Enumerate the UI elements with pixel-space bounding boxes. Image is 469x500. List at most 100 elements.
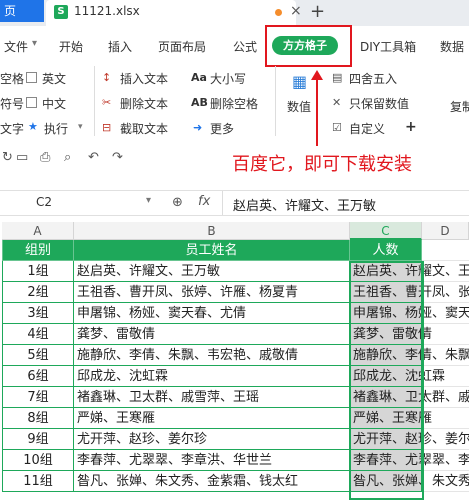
cell-overflow[interactable]: 邱成龙、沈虹霖 (422, 366, 469, 387)
round-button[interactable]: 四舍五入 (349, 70, 397, 87)
cell-overflow[interactable]: 严娣、王寒雁 (422, 408, 469, 429)
save-icon[interactable]: ▭ (16, 150, 28, 165)
english-checkbox[interactable] (26, 72, 37, 83)
insert-text-button[interactable]: 插入文本 (120, 70, 168, 87)
chevron-down-icon[interactable]: ▾ (32, 38, 37, 49)
print-preview-icon[interactable]: ⌕ (64, 150, 71, 165)
menu-insert[interactable]: 插入 (108, 38, 132, 55)
formula-input[interactable]: 赵启英、许耀文、王万敏 (222, 191, 469, 215)
cell-overflow[interactable]: 龚梦、雷敬倩 (422, 324, 469, 345)
empty-cell[interactable] (422, 240, 469, 261)
case-button[interactable]: 大小写 (210, 70, 246, 87)
column-header-d[interactable]: D (422, 222, 469, 240)
column-header-b[interactable]: B (74, 222, 350, 240)
more-button[interactable]: 更多 (210, 120, 234, 137)
cell-overflow[interactable]: 申屠锦、杨娅、窦天春、尤倩 (422, 303, 469, 324)
cell-names[interactable]: 尤开萍、赵珍、姜尔珍 (74, 429, 350, 450)
menu-page-layout[interactable]: 页面布局 (158, 38, 206, 55)
extract-text-button[interactable]: 截取文本 (120, 120, 168, 137)
ribbon-label-symbol[interactable]: 符号 (0, 95, 24, 112)
cell-count[interactable]: 申屠锦、杨娅、窦天春、尤倩 (350, 303, 422, 324)
add-tab-button[interactable]: + (310, 1, 325, 22)
cell-group[interactable]: 8组 (2, 408, 74, 429)
cell-group[interactable]: 4组 (2, 324, 74, 345)
close-tab-button[interactable]: × (290, 3, 302, 19)
column-header-c[interactable]: C (350, 222, 422, 240)
cell-count[interactable]: 王祖香、曹开凤、张婷、许雁、杨夏青 (350, 282, 422, 303)
menu-home[interactable]: 开始 (59, 38, 83, 55)
chinese-checkbox[interactable] (26, 97, 37, 108)
redo-icon[interactable]: ↷ (112, 150, 123, 165)
copy-button[interactable]: 复制 (450, 98, 469, 115)
add-icon[interactable]: + (405, 119, 417, 135)
cell-names[interactable]: 李春萍、尤翠翠、李章洪、华世兰 (74, 450, 350, 471)
file-tab[interactable]: S 11121.xlsx (46, 0, 296, 26)
undo-icon[interactable]: ↶ (88, 150, 99, 165)
ribbon-label-space[interactable]: 空格 (0, 70, 24, 87)
menu-formulas[interactable]: 公式 (233, 38, 257, 55)
cell-count[interactable]: 李春萍、尤翠翠、李章洪、华世兰 (350, 450, 422, 471)
refresh-icon[interactable]: ↻ (2, 150, 13, 165)
cell-names[interactable]: 王祖香、曹开凤、张婷、许雁、杨夏青 (74, 282, 350, 303)
header-count[interactable]: 人数 (350, 240, 422, 261)
cell-overflow[interactable]: 赵启英、许耀文、王万敏 (422, 261, 469, 282)
cell-count[interactable]: 赵启英、许耀文、王万敏 (350, 261, 422, 282)
delete-space-button[interactable]: 删除空格 (210, 95, 258, 112)
header-group[interactable]: 组别 (2, 240, 74, 261)
print-icon[interactable]: ⎙ (40, 150, 50, 165)
cell-group[interactable]: 2组 (2, 282, 74, 303)
ribbon-label-text[interactable]: 文字 (0, 120, 24, 137)
cell-names[interactable]: 邱成龙、沈虹霖 (74, 366, 350, 387)
delete-space-icon: AB (191, 96, 208, 109)
annotation-arrow-line (316, 78, 318, 146)
cell-names[interactable]: 赵启英、许耀文、王万敏 (74, 261, 350, 282)
cell-count[interactable]: 褚鑫琳、卫太群、戚雪萍、王瑶 (350, 387, 422, 408)
column-header-a[interactable]: A (2, 222, 74, 240)
table-row: 10组李春萍、尤翠翠、李章洪、华世兰李春萍、尤翠翠、李章洪、华世兰李春萍、尤翠翠… (0, 450, 469, 471)
cell-count[interactable]: 严娣、王寒雁 (350, 408, 422, 429)
cell-names[interactable]: 施静欣、李倩、朱飘、韦宏艳、戚敬倩 (74, 345, 350, 366)
name-box[interactable]: C2 ▾ (0, 191, 160, 215)
cell-names[interactable]: 褚鑫琳、卫太群、戚雪萍、王瑶 (74, 387, 350, 408)
cell-overflow[interactable]: 昝凡、张婵、朱文秀、金紫霜、钱太红 (422, 471, 469, 492)
cell-count[interactable]: 施静欣、李倩、朱飘、韦宏艳、戚敬倩 (350, 345, 422, 366)
menu-bar: 文件 ▾ 开始 插入 页面布局 公式 DIY工具箱 数据 (0, 32, 469, 58)
zoom-icon[interactable]: ⊕ (172, 195, 183, 210)
cell-names[interactable]: 严娣、王寒雁 (74, 408, 350, 429)
insert-text-icon: ↕ (102, 71, 112, 84)
cell-group[interactable]: 6组 (2, 366, 74, 387)
cell-count[interactable]: 龚梦、雷敬倩 (350, 324, 422, 345)
cell-overflow[interactable]: 尤开萍、赵珍、姜尔珍 (422, 429, 469, 450)
cell-names[interactable]: 申屠锦、杨娅、窦天春、尤倩 (74, 303, 350, 324)
fx-icon[interactable]: fx (198, 194, 210, 209)
cell-names[interactable]: 龚梦、雷敬倩 (74, 324, 350, 345)
cell-count[interactable]: 昝凡、张婵、朱文秀、金紫霜、钱太红 (350, 471, 422, 492)
cell-group[interactable]: 1组 (2, 261, 74, 282)
chevron-down-icon[interactable]: ▾ (146, 195, 151, 206)
execute-button[interactable]: 执行 (44, 120, 68, 137)
table-row: 6组邱成龙、沈虹霖邱成龙、沈虹霖邱成龙、沈虹霖 (0, 366, 469, 387)
cell-count[interactable]: 邱成龙、沈虹霖 (350, 366, 422, 387)
cell-overflow[interactable]: 施静欣、李倩、朱飘、韦宏艳、戚敬倩 (422, 345, 469, 366)
delete-text-button[interactable]: 删除文本 (120, 95, 168, 112)
keep-number-button[interactable]: 只保留数值 (349, 95, 409, 112)
cell-overflow[interactable]: 李春萍、尤翠翠、李章洪、华世兰 (422, 450, 469, 471)
menu-file[interactable]: 文件 (4, 38, 28, 55)
menu-diy-toolbox[interactable]: DIY工具箱 (360, 38, 416, 55)
execute-dropdown-icon[interactable]: ▾ (78, 122, 83, 132)
cell-count[interactable]: 尤开萍、赵珍、姜尔珍 (350, 429, 422, 450)
header-names[interactable]: 员工姓名 (74, 240, 350, 261)
custom-button[interactable]: 自定义 (349, 120, 385, 137)
cell-group[interactable]: 3组 (2, 303, 74, 324)
cell-group[interactable]: 10组 (2, 450, 74, 471)
number-button[interactable]: 数值 (287, 98, 311, 115)
cell-group[interactable]: 11组 (2, 471, 74, 492)
cell-overflow[interactable]: 褚鑫琳、卫太群、戚雪萍、王瑶 (422, 387, 469, 408)
cell-overflow[interactable]: 王祖香、曹开凤、张婷、许雁、杨夏青 (422, 282, 469, 303)
cell-group[interactable]: 7组 (2, 387, 74, 408)
cell-group[interactable]: 9组 (2, 429, 74, 450)
home-tab[interactable]: 页 (0, 0, 44, 22)
cell-group[interactable]: 5组 (2, 345, 74, 366)
menu-data[interactable]: 数据 (440, 38, 464, 55)
cell-names[interactable]: 昝凡、张婵、朱文秀、金紫霜、钱太红 (74, 471, 350, 492)
